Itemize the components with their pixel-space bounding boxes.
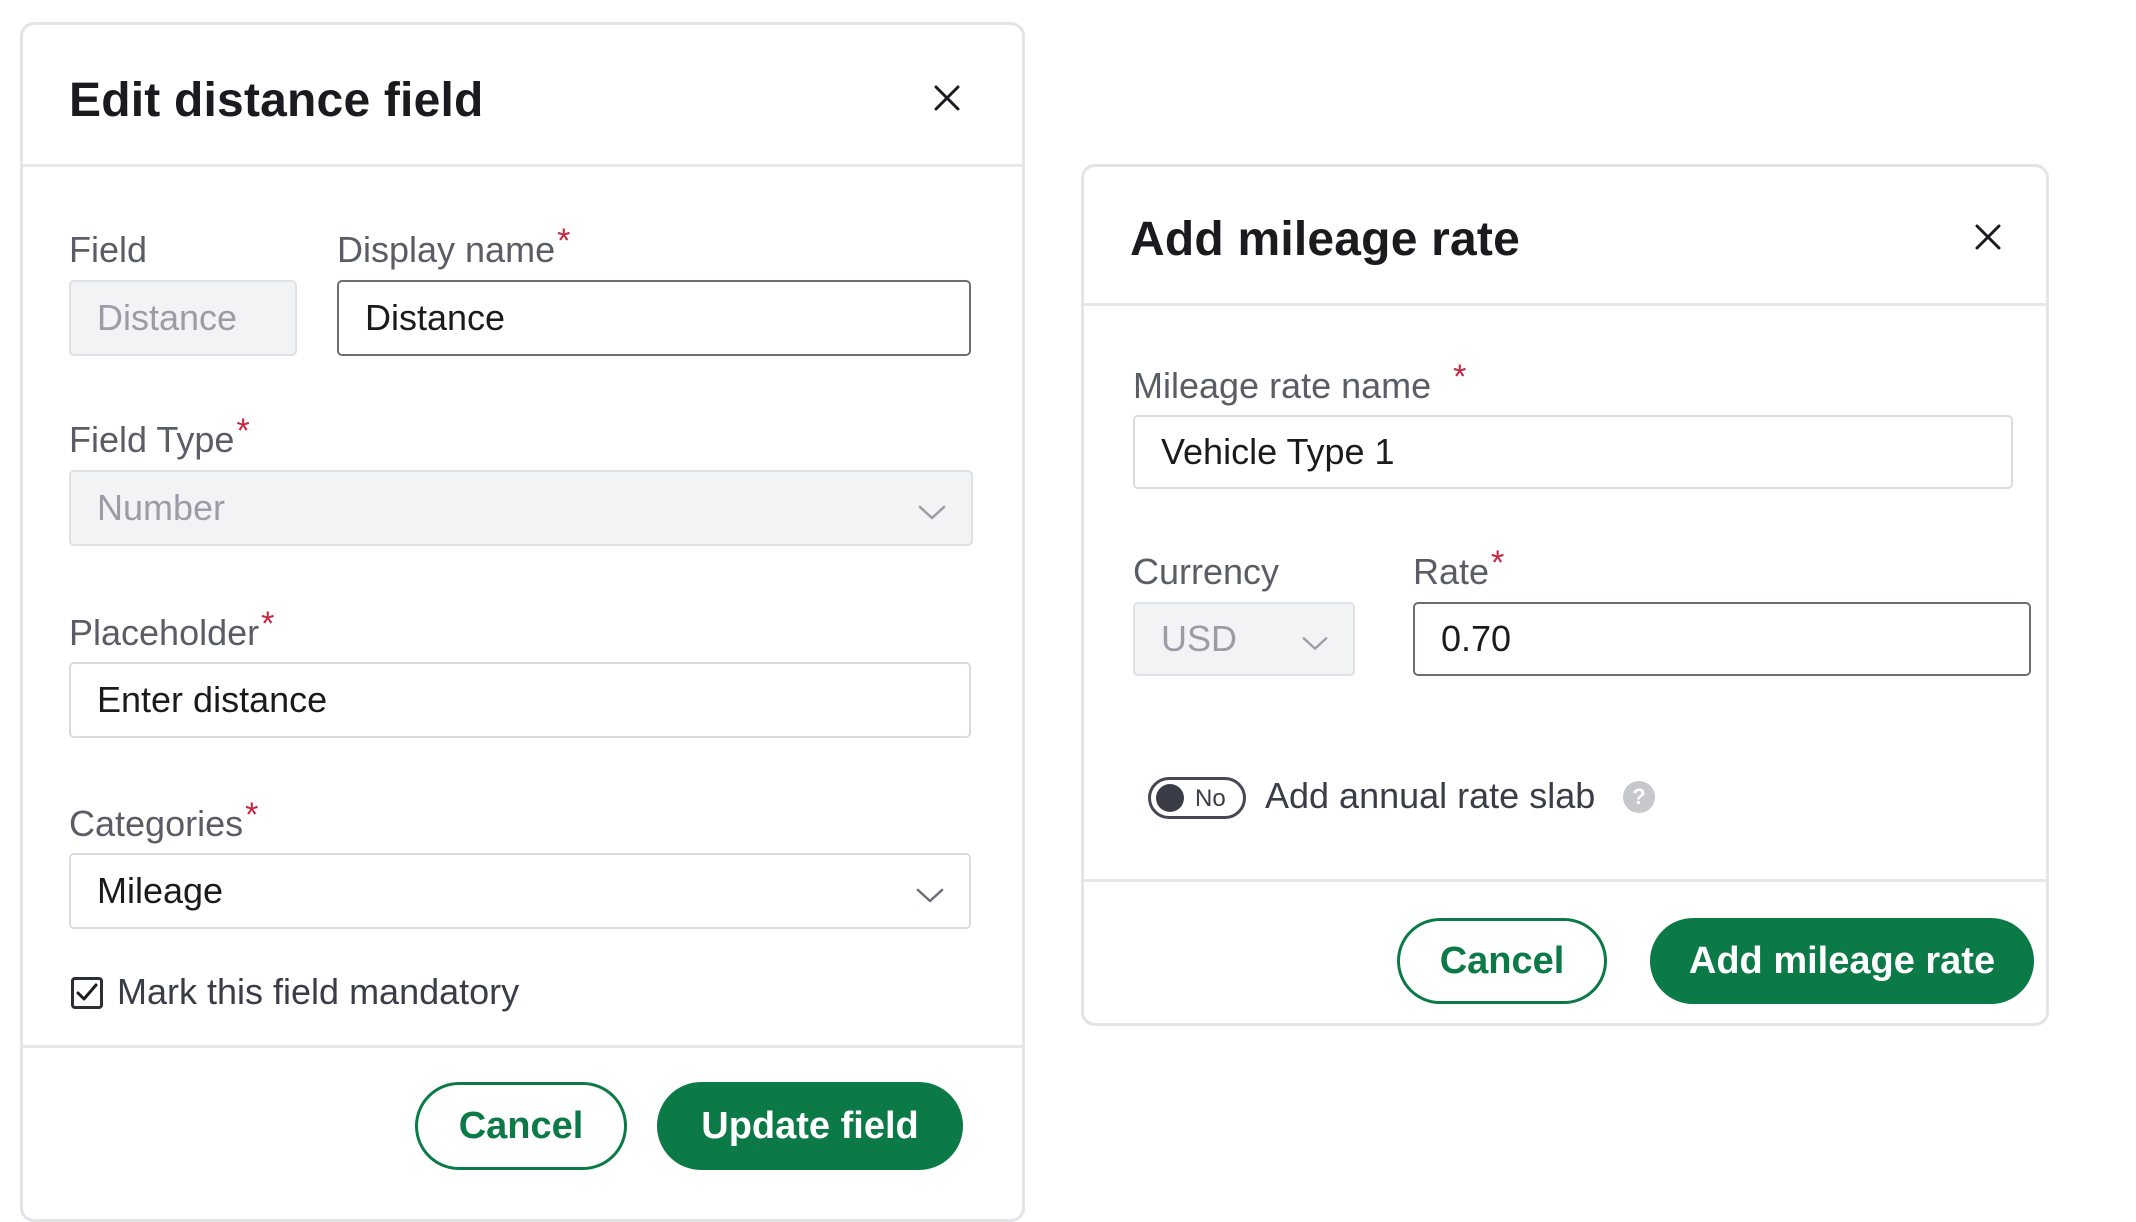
footer-divider <box>23 1045 1022 1048</box>
modal-title: Edit distance field <box>69 74 484 127</box>
mileage-rate-name-value: Vehicle Type 1 <box>1161 431 1395 472</box>
cancel-button-label: Cancel <box>458 1104 584 1147</box>
edit-distance-field-modal: Edit distance field Field Distance Displ… <box>20 22 1025 1222</box>
mandatory-label-text: Mark this field mandatory <box>117 971 520 1012</box>
update-field-button[interactable]: Update field <box>657 1082 963 1170</box>
modal-header: Add mileage rate <box>1084 167 2046 306</box>
display-name-label-text: Display name <box>337 229 556 270</box>
categories-select[interactable]: Mileage <box>69 853 971 929</box>
rate-label: Rate* <box>1413 544 1504 593</box>
field-type-value: Number <box>97 487 226 528</box>
display-name-input[interactable]: Distance <box>337 280 971 356</box>
required-marker: * <box>1453 358 1467 396</box>
categories-label-text: Categories <box>69 803 244 844</box>
field-type-select: Number <box>69 470 973 546</box>
modal-header: Edit distance field <box>23 25 1022 167</box>
help-glyph: ? <box>1632 784 1646 809</box>
field-type-label-text: Field Type <box>69 419 235 460</box>
toggle-knob <box>1156 784 1184 812</box>
rate-label-text: Rate <box>1413 551 1490 592</box>
help-icon[interactable]: ? <box>1623 781 1655 813</box>
close-icon[interactable] <box>930 81 964 115</box>
cancel-button-label: Cancel <box>1439 939 1565 982</box>
display-name-label: Display name* <box>337 222 570 271</box>
field-input: Distance <box>69 280 297 356</box>
mandatory-checkbox[interactable] <box>71 977 103 1009</box>
required-marker: * <box>261 605 275 643</box>
mandatory-label: Mark this field mandatory <box>117 971 519 1013</box>
required-marker: * <box>245 796 259 834</box>
currency-value: USD <box>1161 618 1238 659</box>
footer-divider <box>1084 879 2046 882</box>
rate-value: 0.70 <box>1441 618 1512 659</box>
mileage-rate-name-label: Mileage rate name * <box>1133 358 1466 407</box>
placeholder-label: Placeholder* <box>69 605 274 654</box>
currency-label: Currency <box>1133 551 1279 593</box>
currency-label-text: Currency <box>1133 551 1280 592</box>
display-name-value: Distance <box>365 297 506 338</box>
field-label: Field <box>69 229 147 271</box>
modal-title: Add mileage rate <box>1130 213 1520 266</box>
close-icon[interactable] <box>1971 220 2005 254</box>
field-type-label: Field Type* <box>69 412 250 461</box>
add-mileage-rate-button[interactable]: Add mileage rate <box>1650 918 2034 1004</box>
placeholder-value: Enter distance <box>97 679 328 720</box>
placeholder-label-text: Placeholder <box>69 612 260 653</box>
cancel-button[interactable]: Cancel <box>1397 918 1607 1004</box>
rate-input[interactable]: 0.70 <box>1413 602 2031 676</box>
mileage-rate-name-input[interactable]: Vehicle Type 1 <box>1133 415 2013 489</box>
categories-value: Mileage <box>97 870 224 911</box>
currency-select: USD <box>1133 602 1355 676</box>
cancel-button[interactable]: Cancel <box>415 1082 627 1170</box>
update-field-button-label: Update field <box>701 1104 919 1147</box>
chevron-down-icon <box>1301 624 1329 666</box>
mileage-rate-name-label-text: Mileage rate name <box>1133 365 1432 406</box>
annual-rate-slab-label-text: Add annual rate slab <box>1265 775 1596 816</box>
placeholder-input[interactable]: Enter distance <box>69 662 971 738</box>
chevron-down-icon <box>917 494 947 536</box>
field-input-value: Distance <box>97 297 238 338</box>
add-mileage-rate-modal: Add mileage rate Mileage rate name * Vehi… <box>1081 164 2049 1026</box>
toggle-state-text: No <box>1195 785 1226 812</box>
annual-rate-slab-label: Add annual rate slab <box>1265 775 1595 817</box>
field-label-text: Field <box>69 229 148 270</box>
checkmark-icon <box>76 983 98 1001</box>
add-mileage-rate-button-label: Add mileage rate <box>1688 939 1996 982</box>
chevron-down-icon <box>915 877 945 919</box>
annual-rate-slab-toggle[interactable]: No <box>1148 777 1246 819</box>
required-marker: * <box>236 412 250 450</box>
required-marker: * <box>1491 544 1505 582</box>
required-marker: * <box>557 222 571 260</box>
categories-label: Categories* <box>69 796 258 845</box>
